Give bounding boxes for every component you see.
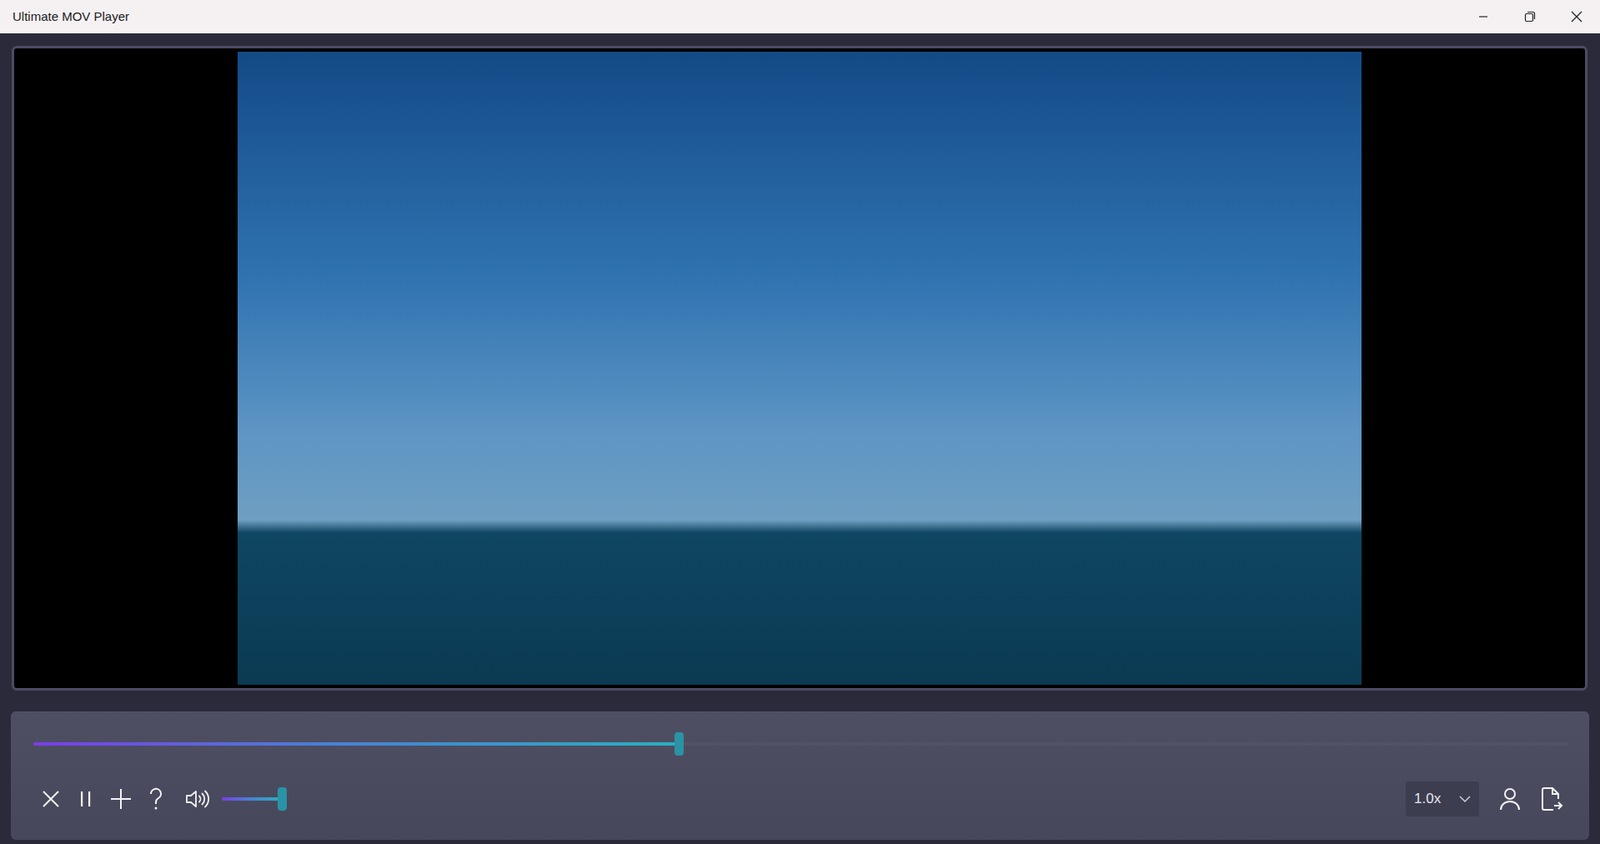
stop-button[interactable]: [33, 781, 69, 817]
user-icon: [1499, 787, 1521, 811]
video-frame: [11, 45, 1588, 691]
chevron-down-icon: [1459, 794, 1471, 803]
speed-value: 1.0x: [1414, 787, 1441, 810]
close-window-button[interactable]: [1553, 0, 1600, 34]
progress-thumb[interactable]: [674, 732, 684, 756]
minimize-icon: [1478, 11, 1489, 22]
minimize-button[interactable]: [1459, 0, 1507, 34]
volume-thumb[interactable]: [277, 787, 287, 811]
question-icon: [145, 786, 166, 812]
add-button[interactable]: [103, 781, 139, 817]
control-panel: 1.0x: [10, 711, 1590, 840]
title-bar: Ultimate MOV Player: [0, 0, 1600, 34]
progress-fill: [33, 742, 679, 746]
video-picture[interactable]: [237, 51, 1362, 685]
export-button[interactable]: [1534, 781, 1570, 817]
volume-fill: [221, 797, 282, 801]
volume-button[interactable]: [180, 781, 216, 817]
speaker-icon: [185, 787, 211, 810]
close-icon: [40, 788, 61, 809]
play-pause-button[interactable]: [68, 781, 104, 817]
restore-button[interactable]: [1506, 0, 1554, 34]
volume-track[interactable]: [221, 797, 282, 801]
window-title: Ultimate MOV Player: [12, 7, 130, 27]
close-icon: [1570, 10, 1583, 23]
account-button[interactable]: [1492, 781, 1528, 817]
progress-track[interactable]: [33, 742, 1570, 746]
export-file-icon: [1539, 786, 1564, 812]
pause-icon: [77, 788, 95, 809]
help-button[interactable]: [138, 781, 174, 817]
speed-dropdown[interactable]: 1.0x: [1405, 781, 1480, 817]
restore-icon: [1524, 10, 1536, 23]
plus-icon: [109, 787, 133, 811]
